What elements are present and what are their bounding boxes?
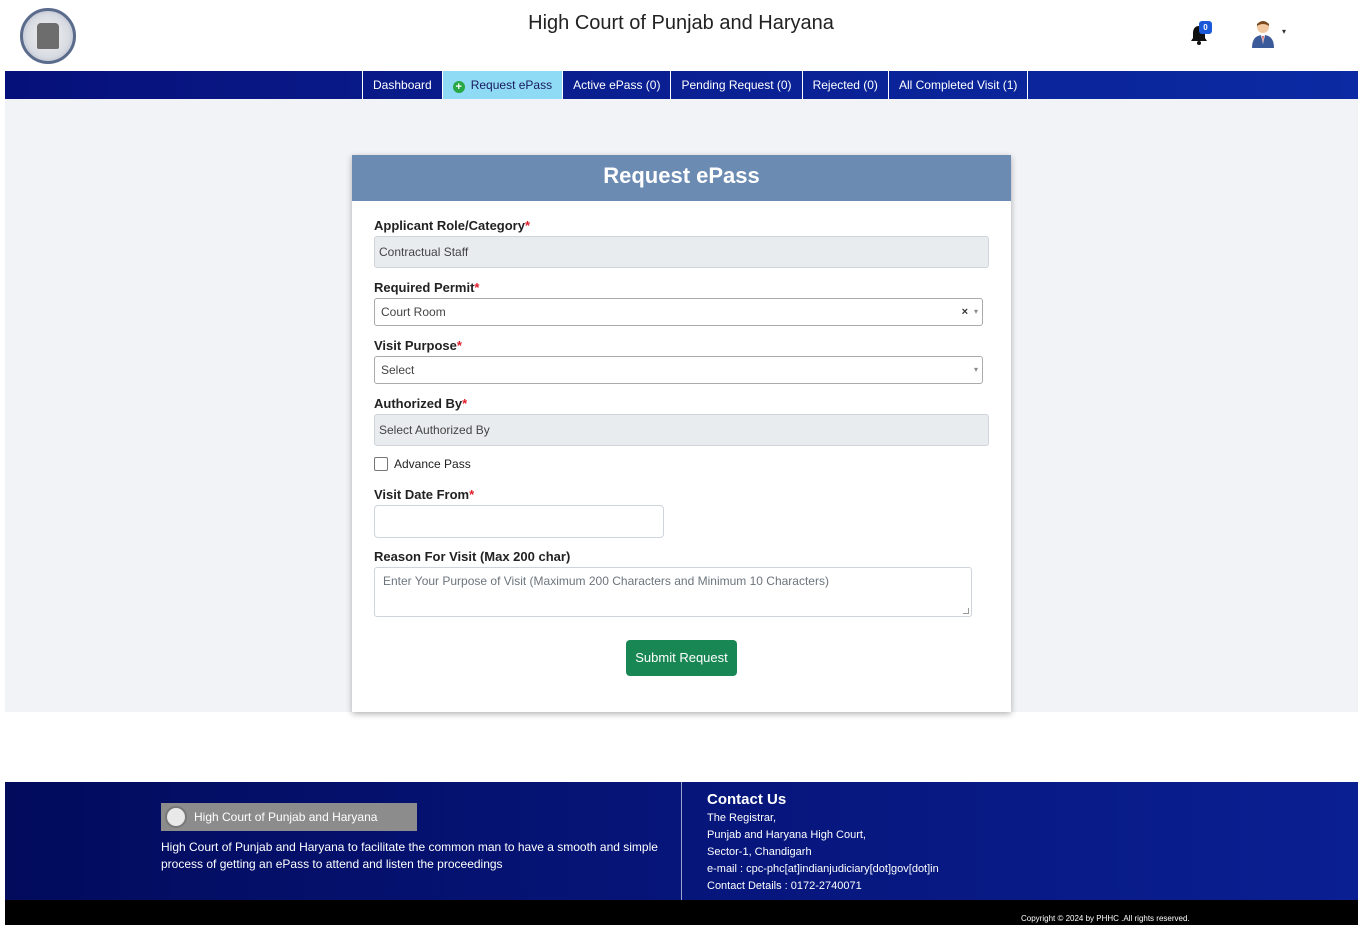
top-header: High Court of Punjab and Haryana 0 ▾ xyxy=(0,0,1362,71)
request-epass-form-card: Request ePass Applicant Role/Category* C… xyxy=(352,155,1011,712)
visit-date-from-label: Visit Date From* xyxy=(374,487,475,502)
notification-bell-icon[interactable]: 0 xyxy=(1189,21,1212,46)
chevron-down-icon: ▾ xyxy=(973,307,978,316)
chevron-down-icon: ▾ xyxy=(973,365,978,374)
nav-request-epass-label: Request ePass xyxy=(470,78,553,92)
footer-emblem-logo xyxy=(165,806,187,828)
site-footer: High Court of Punjab and Haryana High Co… xyxy=(5,782,1358,900)
nav-pending-request[interactable]: Pending Request (0) xyxy=(671,71,803,99)
contact-line: The Registrar, xyxy=(707,812,777,824)
applicant-role-label: Applicant Role/Category* xyxy=(374,218,531,233)
footer-description: High Court of Punjab and Haryana to faci… xyxy=(161,840,658,871)
contact-line: Sector-1, Chandigarh xyxy=(707,846,812,858)
user-avatar-icon[interactable] xyxy=(1249,18,1277,48)
required-permit-select[interactable]: Court Room × ▾ xyxy=(374,298,983,326)
footer-divider xyxy=(681,782,682,900)
required-asterisk: * xyxy=(462,396,468,411)
required-asterisk: * xyxy=(474,280,480,295)
nav-dashboard[interactable]: Dashboard xyxy=(362,71,443,99)
notification-count-badge: 0 xyxy=(1199,21,1212,34)
nav-request-epass[interactable]: + Request ePass xyxy=(442,71,564,99)
nav-pending-request-label: Pending Request (0) xyxy=(681,78,792,92)
resize-handle-icon[interactable] xyxy=(963,608,969,614)
visit-purpose-select[interactable]: Select ▾ xyxy=(374,356,983,384)
required-asterisk: * xyxy=(524,218,531,233)
user-menu-chevron-down-icon[interactable]: ▾ xyxy=(1282,27,1286,36)
submit-request-button[interactable]: Submit Request xyxy=(626,640,737,676)
reason-for-visit-textarea[interactable]: Enter Your Purpose of Visit (Maximum 200… xyxy=(374,567,972,617)
nav-all-completed-visit-label: All Completed Visit (1) xyxy=(898,78,1018,92)
contact-email: e-mail : cpc-phc[at]indianjudiciary[dot]… xyxy=(707,863,939,875)
visit-date-from-input[interactable] xyxy=(374,505,664,538)
form-title: Request ePass xyxy=(352,155,1011,201)
required-asterisk: * xyxy=(456,338,462,353)
reason-placeholder: Enter Your Purpose of Visit (Maximum 200… xyxy=(383,574,829,588)
footer-brand: High Court of Punjab and Haryana xyxy=(161,803,417,831)
advance-pass-label[interactable]: Advance Pass xyxy=(394,457,471,471)
advance-pass-checkbox[interactable] xyxy=(374,457,388,471)
required-asterisk: * xyxy=(469,487,475,502)
main-navbar: Dashboard + Request ePass Active ePass (0… xyxy=(5,71,1358,99)
contact-phone: Contact Details : 0172-2740071 xyxy=(707,880,862,892)
contact-us-heading: Contact Us xyxy=(707,791,787,808)
plus-circle-icon: + xyxy=(452,81,465,93)
nav-dashboard-label: Dashboard xyxy=(373,78,432,92)
nav-active-epass[interactable]: Active ePass (0) xyxy=(563,71,672,99)
required-permit-value: Court Room xyxy=(381,305,446,319)
footer-brand-name: High Court of Punjab and Haryana xyxy=(194,810,378,824)
authorized-by-field[interactable]: Select Authorized By xyxy=(374,414,989,446)
copyright-text: Copyright © 2024 by PHHC .All rights res… xyxy=(1021,914,1190,923)
visit-purpose-value: Select xyxy=(381,363,415,377)
clear-selection-icon[interactable]: × xyxy=(962,299,968,325)
nav-active-epass-label: Active ePass (0) xyxy=(573,78,661,92)
applicant-role-field: Contractual Staff xyxy=(374,236,989,268)
visit-purpose-label: Visit Purpose* xyxy=(374,338,462,353)
nav-rejected[interactable]: Rejected (0) xyxy=(803,71,889,99)
authorized-by-label: Authorized By* xyxy=(374,396,468,411)
contact-line: Punjab and Haryana High Court, xyxy=(707,829,866,841)
reason-for-visit-label: Reason For Visit (Max 200 char) xyxy=(374,549,571,564)
contact-details: The Registrar, Punjab and Haryana High C… xyxy=(707,810,939,895)
nav-rejected-label: Rejected (0) xyxy=(812,78,878,92)
required-permit-label: Required Permit* xyxy=(374,280,480,295)
nav-all-completed-visit[interactable]: All Completed Visit (1) xyxy=(889,71,1029,99)
site-title: High Court of Punjab and Haryana xyxy=(528,12,834,34)
